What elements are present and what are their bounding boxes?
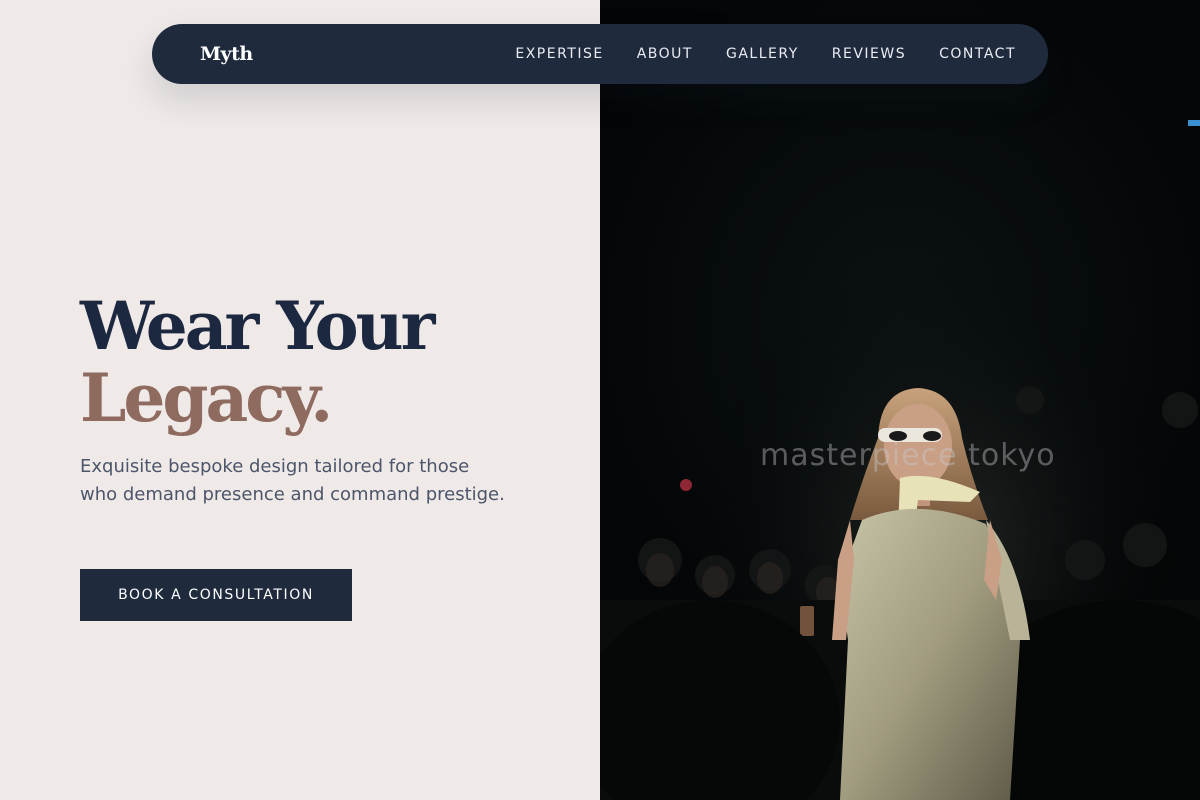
hero-title-line1: Wear Your xyxy=(80,287,435,365)
nav-link-contact[interactable]: CONTACT xyxy=(939,46,1016,62)
book-consultation-button[interactable]: BOOK A CONSULTATION xyxy=(80,569,352,621)
nav-link-expertise[interactable]: EXPERTISE xyxy=(515,46,603,62)
hero-title: Wear Your Legacy. xyxy=(80,287,435,437)
hero-runway-photo: masterpiece tokyo xyxy=(600,0,1200,800)
photo-watermark: masterpiece tokyo xyxy=(760,438,1056,473)
top-navigation: Myth EXPERTISE ABOUT GALLERY REVIEWS CON… xyxy=(152,24,1048,84)
nav-links: EXPERTISE ABOUT GALLERY REVIEWS CONTACT xyxy=(515,46,1016,62)
brand-logo[interactable]: Myth xyxy=(200,43,253,65)
runway-model-illustration xyxy=(600,120,1200,800)
nav-link-about[interactable]: ABOUT xyxy=(637,46,693,62)
nav-link-reviews[interactable]: REVIEWS xyxy=(832,46,906,62)
hero-title-line2: Legacy. xyxy=(80,359,333,437)
hero-subtitle: Exquisite bespoke design tailored for th… xyxy=(80,456,505,505)
nav-link-gallery[interactable]: GALLERY xyxy=(726,46,799,62)
